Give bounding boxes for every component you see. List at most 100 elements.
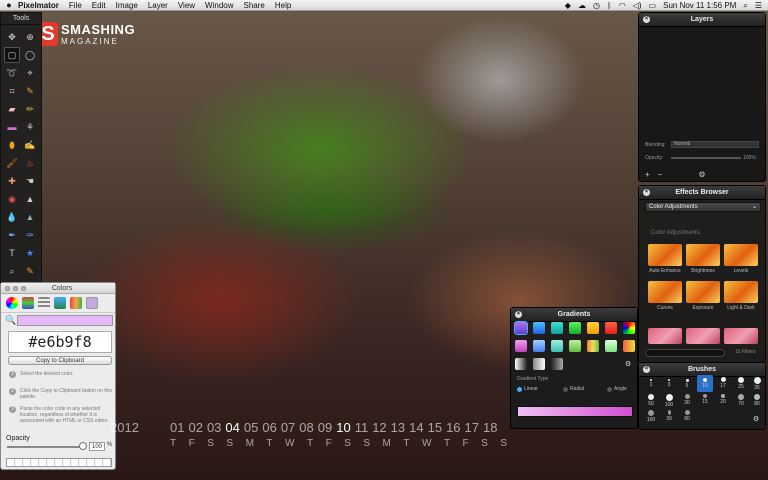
gradient-swatch[interactable]	[533, 340, 545, 352]
sharpen-tool-icon[interactable]: ▲	[22, 209, 38, 225]
heal-tool-icon[interactable]: ✚	[4, 173, 20, 189]
add-layer-icon[interactable]: +	[645, 170, 650, 179]
brush-preset[interactable]: 80	[679, 410, 695, 422]
gradient-swatch[interactable]	[515, 358, 527, 370]
gradient-swatch[interactable]	[551, 340, 563, 352]
lasso-tool-icon[interactable]: ➰	[4, 65, 20, 81]
paint-brush-tool-icon[interactable]: 🖌	[4, 155, 20, 171]
gradient-swatch[interactable]	[533, 322, 545, 334]
bucket-tool-icon[interactable]: ⬮	[4, 137, 20, 153]
color-sliders-icon[interactable]	[22, 297, 34, 309]
layer-opacity-slider[interactable]	[671, 157, 741, 159]
hand-tool-icon[interactable]: ⌕	[4, 263, 20, 279]
effects-category-select[interactable]: Color Adjustments ⌄	[645, 202, 761, 212]
gradient-swatch[interactable]	[515, 340, 527, 352]
linear-option[interactable]: Linear	[517, 386, 538, 392]
layer-settings-icon[interactable]: ⚙	[698, 170, 705, 179]
crop-tool-icon[interactable]: ⌗	[4, 83, 20, 99]
effect-brightness[interactable]: Brightness	[685, 244, 721, 274]
minimize-button[interactable]	[13, 285, 18, 291]
angle-option[interactable]: Angle	[607, 386, 627, 392]
color-swatch[interactable]	[17, 315, 113, 326]
menu-edit[interactable]: Edit	[92, 1, 106, 10]
dropbox-icon[interactable]: ◆	[565, 1, 571, 10]
battery-icon[interactable]: ▭	[649, 1, 657, 10]
brush-preset[interactable]: 35	[749, 377, 765, 391]
menu-image[interactable]: Image	[116, 1, 138, 10]
shape-tool-icon[interactable]: ★	[22, 245, 38, 261]
brush-preset[interactable]: 20	[715, 394, 731, 405]
brush-preset[interactable]: 100	[661, 394, 677, 408]
gradient-swatch[interactable]	[551, 358, 563, 370]
effect-thumb[interactable]	[723, 328, 759, 346]
hex-color-plugin-icon[interactable]	[86, 297, 98, 309]
opacity-slider[interactable]	[7, 446, 85, 448]
effect-auto-enhance[interactable]: Auto Enhance	[647, 244, 683, 274]
gradient-settings-icon[interactable]: ⚙	[625, 360, 631, 368]
color-picker-tool-icon[interactable]: ✎	[22, 263, 38, 279]
gradient-swatch[interactable]	[533, 358, 545, 370]
notification-center-icon[interactable]: ☰	[755, 1, 762, 10]
menu-view[interactable]: View	[178, 1, 195, 10]
effect-light-dark[interactable]: Light & Dark	[723, 281, 759, 311]
gradient-swatch[interactable]	[514, 321, 528, 335]
effects-search-input[interactable]	[645, 349, 725, 357]
brush-preset[interactable]: 17	[715, 377, 731, 389]
color-palettes-icon[interactable]	[38, 297, 50, 309]
red-eye-tool-icon[interactable]: ◉	[4, 191, 20, 207]
brush-preset[interactable]: 30	[679, 394, 695, 406]
smudge-tool-icon[interactable]: ☚	[22, 173, 38, 189]
gradient-swatch[interactable]	[569, 340, 581, 352]
blur-tool-icon[interactable]: 💧	[4, 209, 20, 225]
blending-select[interactable]: Normal	[671, 141, 759, 148]
gradient-swatch[interactable]	[623, 322, 635, 334]
bluetooth-icon[interactable]: ᛒ	[607, 1, 612, 10]
close-icon[interactable]: ×	[643, 16, 650, 23]
brush-settings-icon[interactable]: ⚙	[753, 415, 759, 423]
effect-thumb[interactable]	[685, 328, 721, 346]
pen-tool-icon[interactable]: ✒	[4, 227, 20, 243]
brush-preset[interactable]: 1	[643, 379, 659, 388]
brush-tool-icon[interactable]: ✍	[22, 137, 38, 153]
brush-preset[interactable]: 3	[661, 379, 677, 388]
image-palettes-icon[interactable]	[54, 297, 66, 309]
brush-preset[interactable]: 30	[661, 410, 677, 422]
clock[interactable]: Sun Nov 11 1:56 PM	[663, 1, 736, 10]
spotlight-icon[interactable]: ⌕	[743, 1, 747, 11]
ellipse-select-tool-icon[interactable]: ◯	[22, 47, 38, 63]
copy-to-clipboard-button[interactable]: Copy to Clipboard	[8, 356, 112, 365]
cloud-icon[interactable]: ☁	[578, 1, 586, 10]
polygon-lasso-tool-icon[interactable]: ⌖	[22, 65, 38, 81]
wifi-icon[interactable]: ◠	[619, 1, 626, 10]
menu-help[interactable]: Help	[275, 1, 291, 10]
zoom-button[interactable]	[21, 285, 26, 291]
opacity-slider-knob[interactable]	[79, 442, 87, 450]
rect-select-tool-icon[interactable]: ▢	[4, 47, 20, 63]
sponge-tool-icon[interactable]: ▲	[22, 191, 38, 207]
gradient-swatch[interactable]	[605, 322, 617, 334]
move-tool-icon[interactable]: ✥	[4, 29, 20, 45]
remove-layer-icon[interactable]: −	[658, 170, 663, 179]
gradient-swatch[interactable]	[569, 322, 581, 334]
saved-swatches[interactable]	[6, 458, 112, 467]
close-icon[interactable]: ×	[515, 311, 522, 318]
gradient-swatch[interactable]	[623, 340, 635, 352]
gradient-tool-icon[interactable]: ▬	[4, 119, 20, 135]
pencil-tool-icon[interactable]: ✏	[22, 101, 38, 117]
gradient-swatch[interactable]	[605, 340, 617, 352]
eyedropper-tool-icon[interactable]: ✎	[22, 83, 38, 99]
volume-icon[interactable]: ◁)	[633, 1, 642, 10]
time-machine-icon[interactable]: ◷	[593, 1, 600, 10]
burn-tool-icon[interactable]: ♨	[22, 155, 38, 171]
brush-preset[interactable]: 80	[749, 394, 765, 407]
brush-preset[interactable]: 15	[697, 394, 713, 405]
brush-preset[interactable]: 25	[733, 377, 749, 390]
effect-exposure[interactable]: Exposure	[685, 281, 721, 311]
effect-thumb[interactable]	[647, 328, 683, 346]
brush-preset[interactable]: 10	[697, 375, 713, 392]
close-icon[interactable]: ×	[643, 366, 650, 373]
apple-menu-icon[interactable]: ●	[0, 0, 18, 10]
freeform-pen-tool-icon[interactable]: ✑	[22, 227, 38, 243]
menu-layer[interactable]: Layer	[148, 1, 168, 10]
menu-share[interactable]: Share	[244, 1, 265, 10]
